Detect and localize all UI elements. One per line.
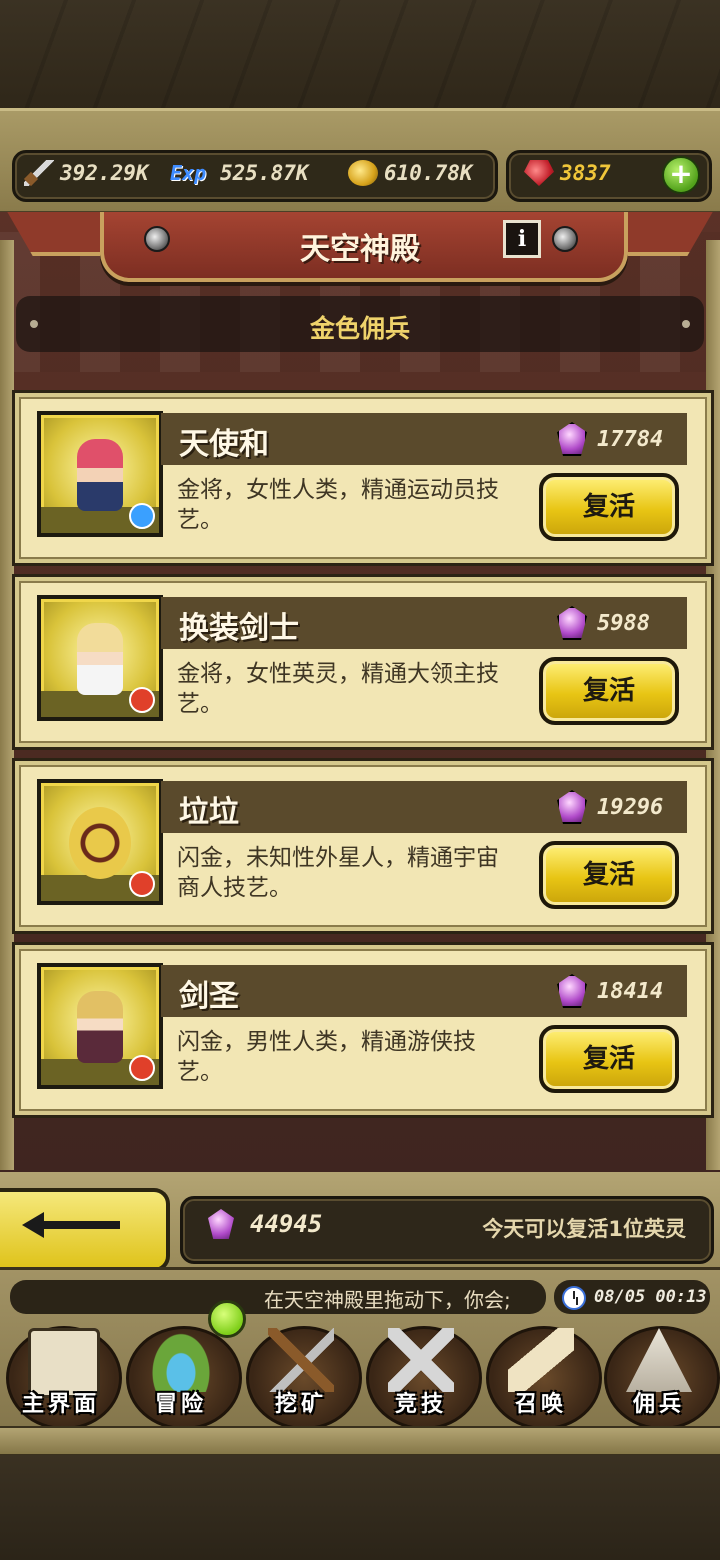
tab-mercenary[interactable]: 佣兵	[600, 1318, 720, 1430]
sword-badge-icon	[129, 871, 155, 897]
hero-sprite	[77, 439, 123, 511]
hero-card: 换装剑士 5988 金将，女性英灵，精通大领主技艺。 复活	[12, 574, 714, 750]
tab-label: 竞技	[394, 1392, 447, 1417]
hero-card: 剑圣 18414 闪金，男性人类，精通游侠技艺。 复活	[12, 942, 714, 1118]
pickaxe-icon	[268, 1328, 334, 1392]
sword-badge-icon	[129, 687, 155, 713]
hero-portrait[interactable]	[37, 411, 163, 537]
gold-value: 610.78K	[384, 161, 473, 185]
sword-badge-icon	[129, 1055, 155, 1081]
hero-portrait[interactable]	[37, 779, 163, 905]
coin-icon	[348, 160, 378, 186]
background-top	[0, 0, 720, 110]
info-button[interactable]: i	[503, 220, 541, 258]
hero-name: 换装剑士	[179, 611, 299, 646]
background-bottom	[0, 1455, 720, 1560]
exp-icon: Exp	[170, 161, 207, 185]
crossed-swords-icon	[388, 1328, 454, 1392]
revive-button[interactable]: 复活	[539, 657, 679, 725]
hero-description: 金将，女性英灵，精通大领主技艺。	[177, 661, 499, 717]
tab-label: 冒险	[154, 1392, 207, 1417]
ruby-resource: 3837	[524, 158, 611, 188]
revive-button[interactable]: 复活	[539, 841, 679, 909]
ruby-value: 3837	[560, 161, 611, 185]
hero-cost: 19296	[557, 787, 663, 827]
back-arrow-icon	[22, 1212, 122, 1238]
hero-description: 闪金，未知性外星人，精通宇宙商人技艺。	[177, 845, 499, 901]
attack-value: 392.29K	[60, 161, 149, 185]
revive-button[interactable]: 复活	[539, 1025, 679, 1093]
star-badge-icon	[129, 503, 155, 529]
daily-revive-text: 今天可以复活1位英灵	[482, 1217, 686, 1241]
hero-portrait[interactable]	[37, 963, 163, 1089]
hero-cost: 5988	[557, 603, 650, 643]
hero-name: 垃垃	[179, 795, 239, 830]
clock-icon	[562, 1286, 586, 1310]
hero-name: 剑圣	[179, 979, 239, 1014]
clock-time: 08/05 00:13	[594, 1287, 707, 1307]
hero-description: 金将，女性人类，精通运动员技艺。	[177, 477, 499, 533]
tab-label: 主界面	[21, 1392, 100, 1417]
hero-cost-value: 17784	[597, 426, 664, 452]
hero-cost: 18414	[557, 971, 663, 1011]
hero-sprite	[69, 807, 131, 879]
gem-icon	[557, 790, 587, 824]
tab-summon[interactable]: 召唤	[482, 1318, 602, 1430]
ticker-message: 在天空神殿里拖动下，你会;	[264, 1288, 511, 1312]
hero-cost: 17784	[557, 419, 663, 459]
tab-main[interactable]: 主界面	[2, 1318, 122, 1430]
add-rubies-button[interactable]: +	[662, 156, 700, 194]
gem-icon	[557, 422, 587, 456]
notification-dot-icon	[208, 1300, 246, 1338]
hero-cost-value: 18414	[597, 978, 664, 1004]
tab-label: 佣兵	[632, 1392, 685, 1417]
page-title: 天空神殿	[300, 232, 420, 267]
gem-icon	[557, 606, 587, 640]
gem-total: 44945	[250, 1210, 323, 1238]
tab-arena[interactable]: 竞技	[362, 1318, 482, 1430]
ruby-icon	[524, 160, 554, 186]
attack-resource: 392.29K	[24, 158, 149, 188]
hero-card: 天使和 17784 金将，女性人类，精通运动员技艺。 复活	[12, 390, 714, 566]
tab-label: 挖矿	[274, 1392, 327, 1417]
exp-value: 525.87K	[220, 161, 309, 185]
island-icon	[148, 1328, 214, 1392]
hero-portrait[interactable]	[37, 595, 163, 721]
gem-icon	[557, 974, 587, 1008]
summon-scroll-icon	[508, 1328, 574, 1392]
bottom-rail	[0, 1426, 720, 1456]
hero-cost-value: 5988	[597, 610, 650, 636]
tab-label: 召唤	[514, 1392, 567, 1417]
gold-resource: 610.78K	[348, 158, 473, 188]
hero-sprite	[77, 623, 123, 695]
category-title: 金色佣兵	[309, 314, 410, 343]
exp-resource: Exp 525.87K	[170, 158, 309, 188]
sword-icon	[24, 160, 54, 186]
hero-name: 天使和	[179, 427, 269, 462]
hero-cost-value: 19296	[597, 794, 664, 820]
revive-button[interactable]: 复活	[539, 473, 679, 541]
hero-sprite	[77, 991, 123, 1063]
hero-card: 垃垃 19296 闪金，未知性外星人，精通宇宙商人技艺。 复活	[12, 758, 714, 934]
tab-mining[interactable]: 挖矿	[242, 1318, 362, 1430]
hero-description: 闪金，男性人类，精通游侠技艺。	[177, 1029, 476, 1085]
